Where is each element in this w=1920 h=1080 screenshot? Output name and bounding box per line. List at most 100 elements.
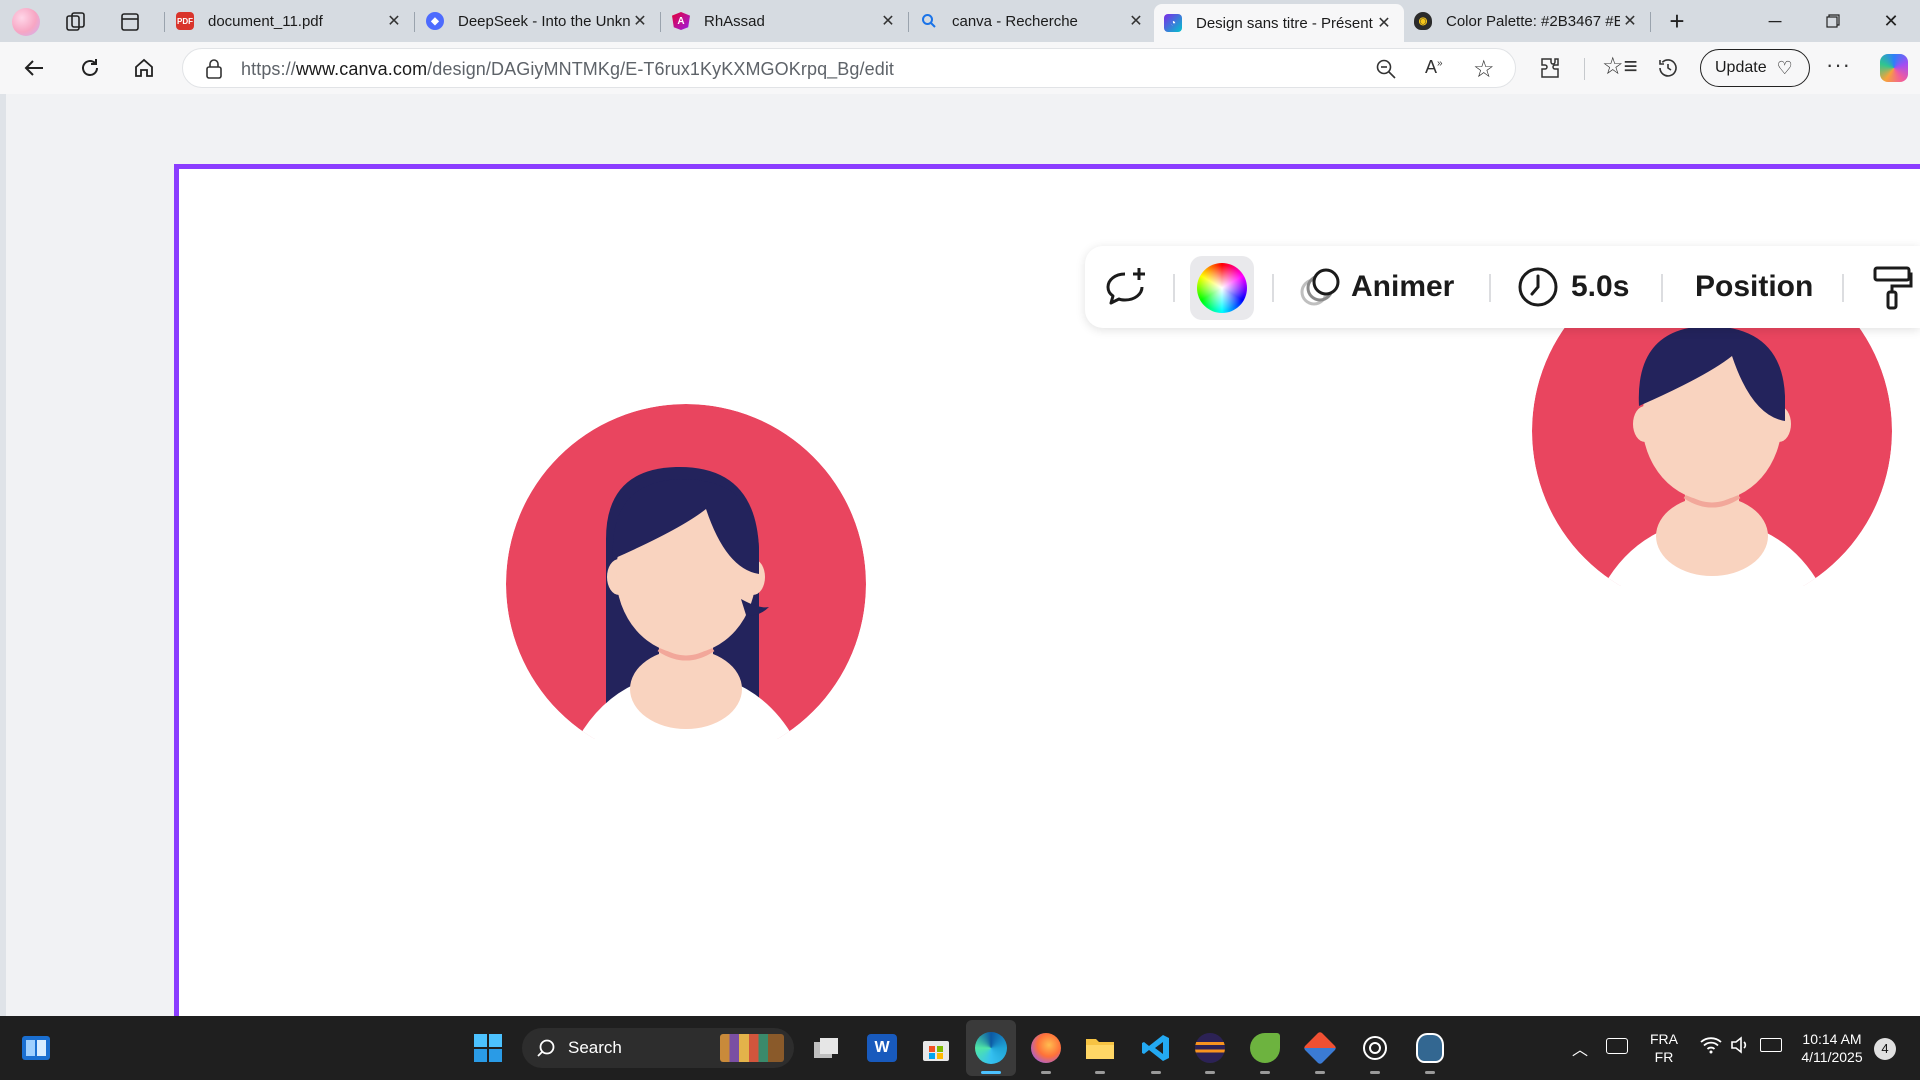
- url-host: www.canva.com: [295, 59, 428, 79]
- language-bottom: FR: [1654, 1049, 1674, 1065]
- task-view-icon[interactable]: [806, 1028, 846, 1068]
- git-icon[interactable]: [1300, 1028, 1340, 1074]
- language-top: FRA: [1650, 1031, 1678, 1047]
- url-prefix: https://: [241, 59, 296, 79]
- wifi-icon[interactable]: [1700, 1036, 1722, 1059]
- add-comment-button[interactable]: [1103, 246, 1149, 328]
- home-button[interactable]: [126, 50, 162, 86]
- keyboard-icon[interactable]: [1606, 1038, 1628, 1054]
- postgresql-icon[interactable]: [1410, 1028, 1450, 1074]
- animate-button[interactable]: Animer: [1299, 246, 1454, 328]
- zoom-out-icon[interactable]: [1375, 58, 1397, 85]
- clock-date: 4/11/2025: [1801, 1049, 1863, 1065]
- vscode-icon[interactable]: [1136, 1028, 1176, 1074]
- search-label: Search: [568, 1038, 622, 1057]
- read-aloud-icon[interactable]: A»: [1425, 57, 1443, 78]
- extensions-icon[interactable]: [1538, 56, 1562, 85]
- eclipse-icon[interactable]: [1190, 1028, 1230, 1074]
- tab-canva-design[interactable]: ◔ Design sans titre - Présent ✕: [1154, 4, 1404, 42]
- back-button[interactable]: [16, 50, 52, 86]
- minimize-button[interactable]: ─: [1750, 6, 1800, 36]
- spring-icon[interactable]: [1245, 1028, 1285, 1074]
- position-button[interactable]: Position: [1695, 246, 1813, 328]
- notification-badge[interactable]: 4: [1874, 1038, 1896, 1060]
- firefox-icon[interactable]: [1026, 1028, 1066, 1074]
- tab-title: DeepSeek - Into the Unkn: [458, 12, 630, 30]
- clock-time: 10:14 AM: [1802, 1031, 1862, 1047]
- copilot-icon[interactable]: [1880, 54, 1908, 82]
- palette-icon: ◉: [1414, 12, 1432, 30]
- tab-title: canva - Recherche: [952, 12, 1078, 30]
- animate-icon: [1300, 268, 1340, 306]
- paint-roller-icon: [1873, 266, 1913, 310]
- arrow-left-icon: [24, 60, 43, 76]
- color-wheel-icon: [1197, 263, 1247, 313]
- update-label: Update: [1715, 59, 1767, 76]
- tab-actions-icon[interactable]: [118, 10, 142, 34]
- close-icon[interactable]: ✕: [630, 11, 650, 31]
- windows-taskbar: Search W ︿ FRA FR 10:14 AM 4/11/2025 4: [0, 1016, 1920, 1080]
- close-window-button[interactable]: ✕: [1866, 6, 1916, 36]
- show-hidden-icons[interactable]: ︿: [1572, 1036, 1588, 1060]
- clock-icon: [1518, 267, 1558, 307]
- profile-avatar[interactable]: [12, 8, 40, 36]
- more-options-icon[interactable]: ···: [1826, 52, 1851, 78]
- url-field[interactable]: https://www.canva.com/design/DAGiyMNTMKg…: [182, 48, 1516, 88]
- workspaces-icon[interactable]: [64, 10, 88, 34]
- update-button[interactable]: Update ♡: [1700, 49, 1810, 87]
- history-icon[interactable]: [1656, 56, 1680, 85]
- close-icon[interactable]: ✕: [1126, 11, 1146, 31]
- color-picker-button[interactable]: [1190, 256, 1254, 320]
- tab-deepseek[interactable]: ◆ DeepSeek - Into the Unkn ✕: [416, 4, 660, 38]
- animate-label: Animer: [1351, 270, 1455, 303]
- library-illustration-icon: [720, 1034, 784, 1062]
- taskbar-search[interactable]: Search: [522, 1028, 794, 1068]
- close-icon[interactable]: ✕: [878, 11, 898, 31]
- deepseek-icon: ◆: [426, 12, 444, 30]
- refresh-icon: [82, 59, 98, 76]
- word-icon[interactable]: W: [862, 1028, 902, 1068]
- avatar-illustration[interactable]: [501, 399, 871, 739]
- tab-bar: PDF document_11.pdf ✕ ◆ DeepSeek - Into …: [0, 0, 1920, 42]
- volume-icon[interactable]: [1730, 1036, 1752, 1059]
- search-icon: [537, 1039, 555, 1057]
- widgets-icon[interactable]: [16, 1028, 56, 1068]
- lock-icon[interactable]: [205, 59, 223, 84]
- search-icon: [920, 12, 938, 30]
- copy-style-button[interactable]: [1871, 246, 1913, 328]
- battery-icon[interactable]: [1760, 1038, 1782, 1052]
- url-path: /design/DAGiyMNTMKg/E-T6rux1KyKXMGOKrpq_…: [427, 59, 895, 79]
- close-icon[interactable]: ✕: [1374, 13, 1394, 33]
- tab-title: Design sans titre - Présent: [1196, 14, 1373, 32]
- edge-icon[interactable]: [971, 1028, 1011, 1074]
- tab-canva-search[interactable]: canva - Recherche ✕: [910, 4, 1156, 38]
- language-indicator[interactable]: FRA FR: [1648, 1030, 1680, 1066]
- duration-label: 5.0s: [1571, 270, 1630, 303]
- clock[interactable]: 10:14 AM 4/11/2025: [1796, 1030, 1868, 1066]
- notification-count: 4: [1881, 1041, 1889, 1056]
- close-icon[interactable]: ✕: [1620, 11, 1640, 31]
- heart-badge-icon: ♡: [1776, 57, 1793, 78]
- canva-icon: ◔: [1164, 14, 1182, 32]
- angular-icon: A: [672, 12, 690, 30]
- pdf-icon: PDF: [176, 12, 194, 30]
- url-text: https://www.canva.com/design/DAGiyMNTMKg…: [241, 59, 894, 80]
- favorite-star-icon[interactable]: ☆: [1473, 55, 1495, 84]
- position-label: Position: [1695, 270, 1814, 303]
- duration-button[interactable]: 5.0s: [1517, 246, 1629, 328]
- comment-add-icon: [1106, 268, 1145, 305]
- start-button[interactable]: [468, 1028, 508, 1068]
- tab-rhassad[interactable]: A RhAssad ✕: [662, 4, 908, 38]
- new-tab-button[interactable]: +: [1662, 6, 1692, 36]
- favorites-icon[interactable]: ☆≡: [1602, 52, 1638, 81]
- file-explorer-icon[interactable]: [1080, 1028, 1120, 1074]
- tab-title: Color Palette: #2B3467 #B: [1446, 12, 1620, 30]
- store-icon[interactable]: [916, 1028, 956, 1068]
- element-toolbar: Animer 5.0s Position: [1085, 246, 1920, 328]
- tab-document-pdf[interactable]: PDF document_11.pdf ✕: [166, 4, 414, 38]
- refresh-button[interactable]: [72, 50, 108, 86]
- chatgpt-icon[interactable]: [1355, 1028, 1395, 1074]
- restore-button[interactable]: [1808, 6, 1858, 36]
- close-icon[interactable]: ✕: [384, 11, 404, 31]
- tab-color-palette[interactable]: ◉ Color Palette: #2B3467 #B ✕: [1404, 4, 1650, 38]
